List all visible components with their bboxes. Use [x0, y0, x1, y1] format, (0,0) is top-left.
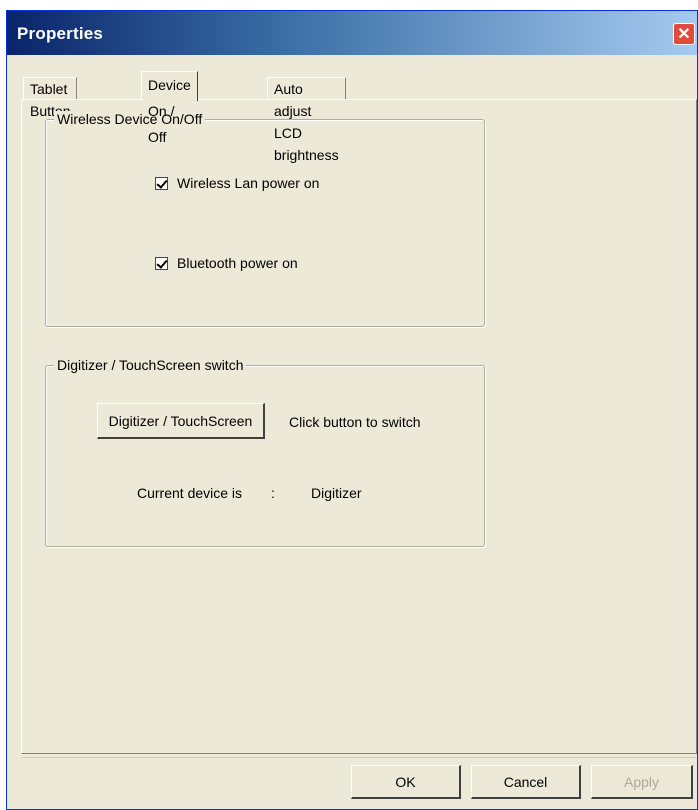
current-device-value: Digitizer [311, 485, 362, 501]
wlan-checkbox[interactable] [155, 176, 168, 190]
current-device-label: Current device is [137, 485, 243, 501]
switch-hint: Click button to switch [289, 414, 421, 430]
bluetooth-checkbox-row[interactable]: Bluetooth power on [155, 255, 298, 271]
title-bar[interactable]: Properties ✕ [7, 11, 697, 55]
current-device-separator: : [271, 485, 275, 501]
tab-device-on-off[interactable]: Device On / Off [141, 71, 198, 145]
cancel-button[interactable]: Cancel [471, 765, 581, 799]
wireless-group: Wireless Device On/Off [45, 111, 485, 327]
ok-button[interactable]: OK [351, 765, 461, 799]
close-button[interactable]: ✕ [673, 23, 695, 45]
tab-tablet-button[interactable]: Tablet Button [23, 77, 78, 119]
window-title: Properties [17, 24, 104, 43]
bluetooth-checkbox[interactable] [155, 256, 168, 270]
digitizer-group: Digitizer / TouchScreen switch [45, 357, 485, 547]
wlan-label: Wireless Lan power on [177, 175, 320, 191]
bluetooth-label: Bluetooth power on [177, 255, 298, 271]
wireless-group-label: Wireless Device On/Off [54, 111, 206, 127]
footer-separator [21, 757, 696, 758]
tab-auto-adjust-lcd[interactable]: Auto adjust LCD brightness [267, 77, 346, 163]
digitizer-group-label: Digitizer / TouchScreen switch [54, 357, 247, 373]
digitizer-touchscreen-switch-button[interactable]: Digitizer / TouchScreen [97, 403, 265, 439]
close-icon: ✕ [677, 26, 691, 43]
apply-button[interactable]: Apply [591, 765, 693, 799]
wlan-checkbox-row[interactable]: Wireless Lan power on [155, 175, 319, 191]
properties-window: Properties ✕ Tablet Button Device On / O… [6, 10, 698, 810]
